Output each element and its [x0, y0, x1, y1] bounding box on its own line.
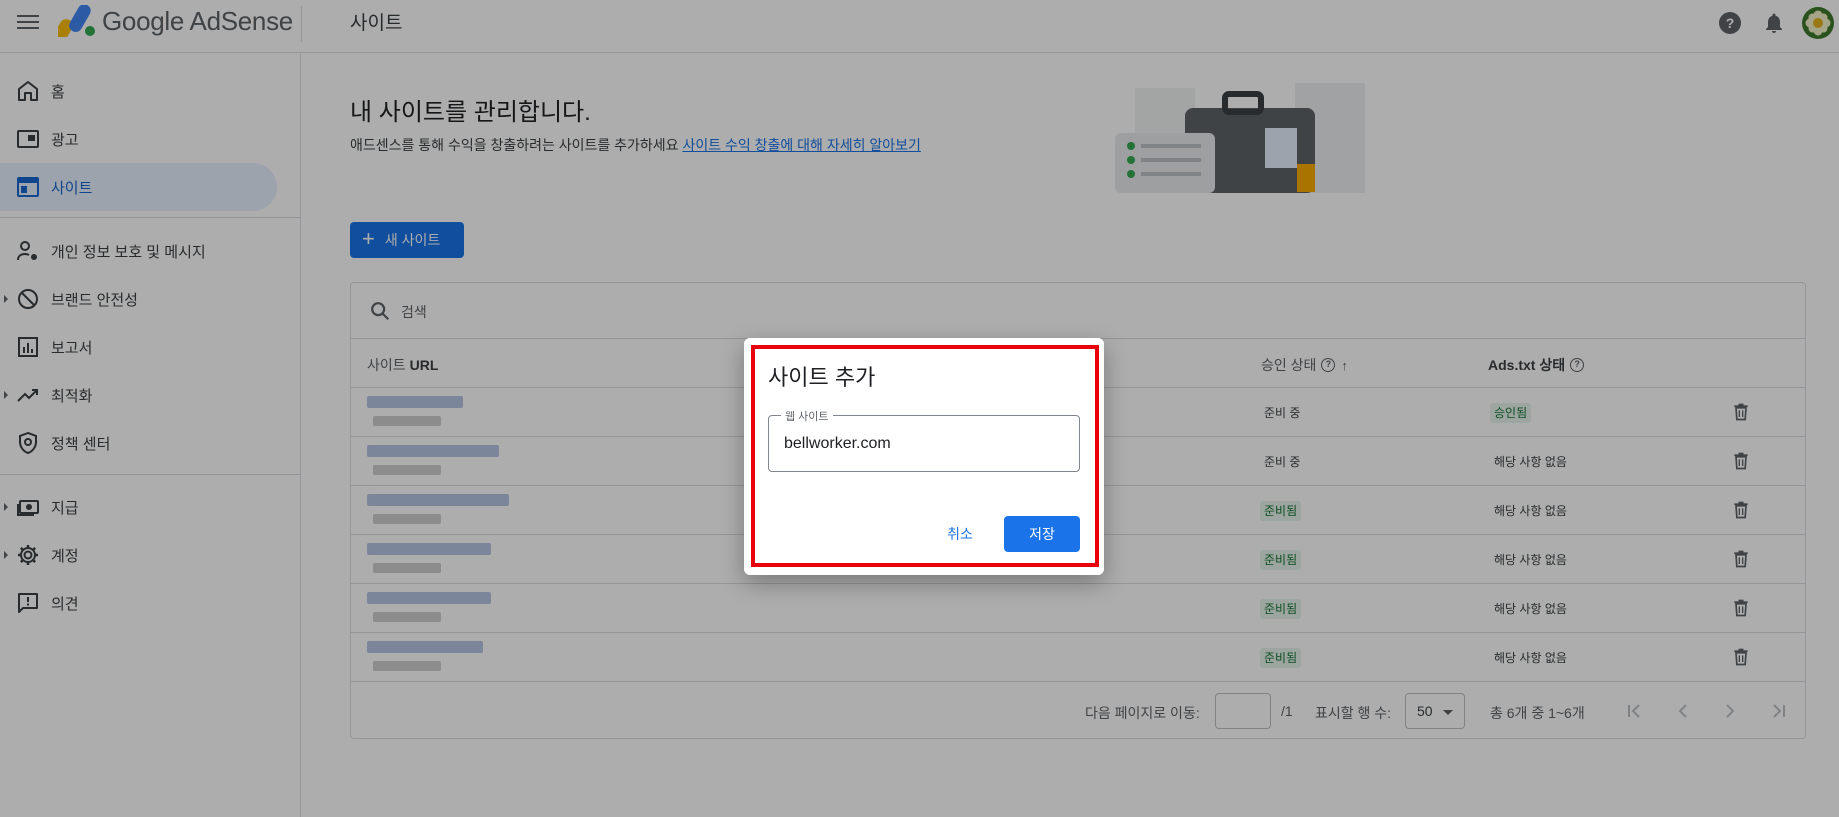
website-input[interactable]: bellworker.com	[784, 435, 891, 453]
save-button[interactable]: 저장	[1004, 516, 1080, 552]
website-field-label: 웹 사이트	[781, 408, 833, 424]
dialog-title: 사이트 추가	[768, 365, 876, 390]
add-site-dialog: 사이트 추가 웹 사이트 bellworker.com 취소 저장	[744, 338, 1104, 575]
website-field[interactable]: 웹 사이트 bellworker.com	[768, 408, 1080, 472]
cancel-button[interactable]: 취소	[934, 516, 986, 552]
